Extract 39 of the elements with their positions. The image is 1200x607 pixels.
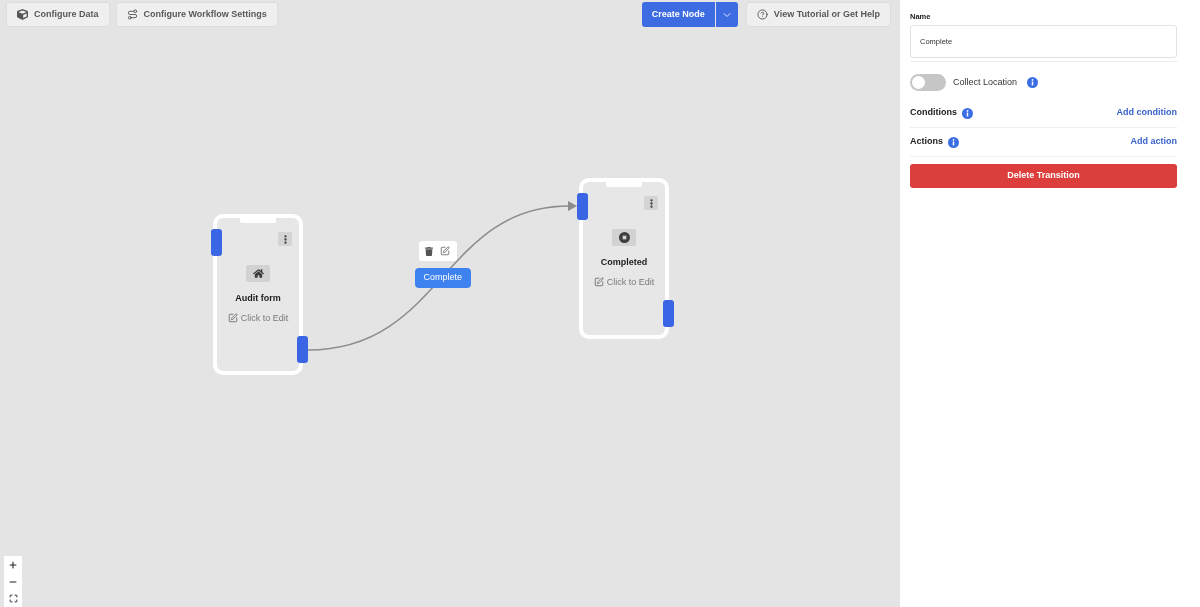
configure-data-button[interactable]: Configure Data: [6, 2, 110, 27]
zoom-in-icon[interactable]: [8, 559, 18, 570]
node-card[interactable]: Completed Click to Edit: [579, 178, 669, 339]
node-title: Audit form: [235, 292, 281, 305]
section-heading: Actions: [910, 135, 943, 149]
toggle-switch[interactable]: [910, 74, 946, 91]
cube-icon: [17, 9, 28, 20]
create-node-button[interactable]: Create Node: [641, 2, 715, 27]
fit-view-icon[interactable]: [8, 594, 18, 603]
add-link[interactable]: Add action: [1130, 135, 1177, 149]
edit-icon: [593, 277, 604, 287]
house-icon: [246, 265, 270, 282]
node-handle[interactable]: [663, 300, 674, 327]
info-icon[interactable]: [1027, 77, 1039, 88]
collect-location-label: Collect Location: [953, 75, 1018, 89]
add-link[interactable]: Add condition: [1116, 106, 1177, 120]
info-icon[interactable]: [948, 136, 959, 148]
edit-icon: [227, 313, 238, 323]
edit-icon[interactable]: [440, 246, 450, 256]
help-button[interactable]: View Tutorial or Get Help: [745, 2, 891, 27]
workflow-settings-button[interactable]: Configure Workflow Settings: [115, 2, 278, 27]
section-heading: Conditions: [910, 106, 957, 120]
route-icon: [126, 9, 138, 20]
node-title: Completed: [600, 256, 648, 269]
more-options-icon[interactable]: [278, 232, 292, 246]
delete-transition-button[interactable]: Delete Transition: [910, 164, 1177, 188]
click-to-edit-link[interactable]: Click to Edit: [227, 311, 289, 325]
node-handle[interactable]: [297, 336, 308, 363]
node-handle[interactable]: [211, 229, 222, 256]
dropdown-button[interactable]: [715, 2, 738, 27]
node-handle[interactable]: [577, 193, 588, 220]
delete-icon[interactable]: [425, 246, 433, 256]
help-icon: [756, 9, 768, 20]
edge-label[interactable]: Complete: [414, 268, 472, 288]
stop-icon: [612, 229, 636, 246]
click-to-edit-link[interactable]: Click to Edit: [593, 275, 655, 289]
info-icon[interactable]: [962, 107, 973, 119]
node-card[interactable]: Audit form Click to Edit: [213, 214, 303, 375]
more-options-icon[interactable]: [644, 196, 658, 210]
